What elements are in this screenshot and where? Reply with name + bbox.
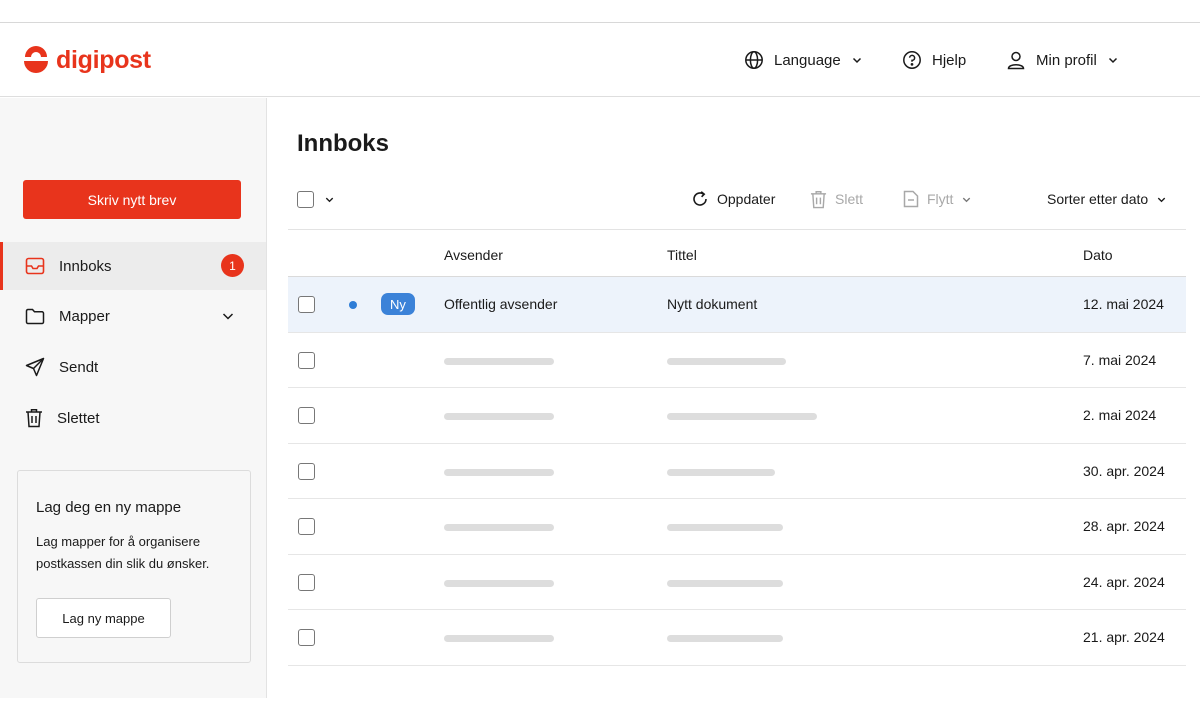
new-tag: Ny: [381, 293, 415, 315]
row-checkbox[interactable]: [298, 462, 315, 480]
title-placeholder: [667, 357, 786, 365]
trash-icon: [810, 190, 827, 208]
digipost-logo-icon: [24, 46, 48, 73]
logo-text: digipost: [56, 45, 151, 74]
table-row[interactable]: 30. apr. 2024: [288, 444, 1186, 499]
folder-icon: [25, 308, 45, 324]
row-checkbox[interactable]: [298, 629, 315, 646]
sender-placeholder: [444, 357, 554, 365]
title-placeholder: [667, 524, 783, 531]
refresh-label: Oppdater: [717, 191, 776, 207]
new-folder-promo: Lag deg en ny mappe Lag mapper for å org…: [17, 470, 251, 663]
move-button[interactable]: Flytt: [903, 188, 972, 210]
language-label: Language: [774, 51, 841, 69]
title-placeholder: [667, 468, 775, 476]
table-row[interactable]: 24. apr. 2024: [288, 555, 1186, 610]
inbox-main: Innboks Oppdater Slett Flytt Sorter ette…: [267, 98, 1200, 698]
title-placeholder: [667, 579, 783, 587]
create-folder-button[interactable]: Lag ny mappe: [36, 598, 171, 638]
title-placeholder: [667, 635, 783, 642]
chevron-down-icon[interactable]: [220, 308, 236, 324]
sidebar-item-innboks[interactable]: Innboks 1: [0, 242, 266, 290]
language-menu[interactable]: Language: [744, 23, 863, 97]
send-icon: [25, 357, 45, 377]
chevron-down-icon: [1108, 57, 1117, 64]
chevron-down-icon: [1157, 197, 1166, 202]
table-row[interactable]: 7. mai 2024: [288, 333, 1186, 388]
sidebar-item-label: Innboks: [59, 257, 112, 275]
digipost-logo[interactable]: digipost: [22, 43, 151, 77]
sender-placeholder: [444, 413, 554, 420]
row-sender: Offentlig avsender: [444, 296, 558, 312]
row-checkbox[interactable]: [298, 296, 315, 313]
unread-indicator: [349, 301, 357, 309]
row-checkbox[interactable]: [298, 407, 315, 424]
page-title: Innboks: [297, 130, 390, 157]
sidebar: Skriv nytt brev Innboks 1 Mapper Sendt S: [0, 98, 267, 698]
profile-label: Min profil: [1036, 51, 1097, 69]
delete-label: Slett: [835, 191, 864, 207]
chevron-down-icon: [963, 197, 971, 202]
row-date: 28. apr. 2024: [1083, 518, 1165, 534]
sort-dropdown[interactable]: Sorter etter dato: [1047, 188, 1167, 210]
help-link[interactable]: Hjelp: [902, 23, 966, 97]
table-row[interactable]: 21. apr. 2024: [288, 610, 1186, 666]
help-label: Hjelp: [932, 51, 967, 69]
move-document-icon: [903, 190, 919, 208]
column-header-title[interactable]: Tittel: [667, 247, 697, 263]
row-checkbox[interactable]: [298, 573, 315, 591]
row-title: Nytt dokument: [667, 296, 758, 312]
compose-letter-button[interactable]: Skriv nytt brev: [23, 180, 241, 219]
row-date: 2. mai 2024: [1083, 407, 1157, 423]
question-circle-icon: [903, 51, 921, 69]
row-date: 30. apr. 2024: [1083, 462, 1165, 479]
refresh-button[interactable]: Oppdater: [691, 188, 775, 210]
row-date: 7. mai 2024: [1083, 351, 1157, 368]
chevron-down-icon[interactable]: [324, 194, 335, 205]
refresh-icon: [693, 191, 707, 206]
chevron-down-icon: [852, 57, 861, 64]
title-placeholder: [667, 413, 817, 420]
row-checkbox[interactable]: [298, 351, 315, 369]
row-checkbox[interactable]: [298, 518, 315, 535]
sender-placeholder: [444, 635, 554, 642]
move-label: Flytt: [927, 191, 954, 207]
column-header-date[interactable]: Dato: [1083, 247, 1113, 263]
sender-placeholder: [444, 579, 554, 587]
message-table: Avsender Tittel Dato Ny Offentlig avsend…: [288, 229, 1186, 666]
sidebar-item-label: Mapper: [59, 307, 110, 325]
sidebar-item-label: Slettet: [57, 409, 100, 427]
globe-icon: [745, 51, 763, 69]
user-icon: [1007, 51, 1025, 70]
inbox-icon: [25, 257, 45, 275]
sidebar-item-sendt[interactable]: Sendt: [0, 343, 266, 391]
row-date: 24. apr. 2024: [1083, 573, 1165, 590]
row-date: 12. mai 2024: [1083, 296, 1164, 312]
promo-title: Lag deg en ny mappe: [36, 499, 182, 516]
sidebar-item-label: Sendt: [59, 358, 99, 376]
profile-menu[interactable]: Min profil: [1006, 23, 1119, 97]
delete-button[interactable]: Slett: [810, 188, 863, 210]
sidebar-item-slettet[interactable]: Slettet: [0, 394, 266, 442]
sender-placeholder: [444, 468, 554, 476]
sender-placeholder: [444, 524, 554, 531]
select-all-checkbox[interactable]: [297, 191, 314, 208]
select-all-control[interactable]: [297, 191, 335, 208]
trash-icon: [26, 409, 42, 428]
app-header: digipost Language Hjelp Min profil: [0, 23, 1200, 97]
table-header: Avsender Tittel Dato: [288, 229, 1186, 277]
column-header-sender[interactable]: Avsender: [444, 247, 503, 263]
row-date: 21. apr. 2024: [1083, 629, 1165, 645]
sort-label: Sorter etter dato: [1047, 191, 1149, 207]
table-row[interactable]: 28. apr. 2024: [288, 499, 1186, 555]
sidebar-item-mapper[interactable]: Mapper: [0, 292, 266, 340]
unread-count-badge: 1: [221, 254, 244, 277]
table-row[interactable]: Ny Offentlig avsender Nytt dokument 12. …: [288, 277, 1186, 333]
table-row[interactable]: 2. mai 2024: [288, 388, 1186, 444]
promo-text: Lag mapper for å organisere postkassen d…: [36, 534, 210, 571]
